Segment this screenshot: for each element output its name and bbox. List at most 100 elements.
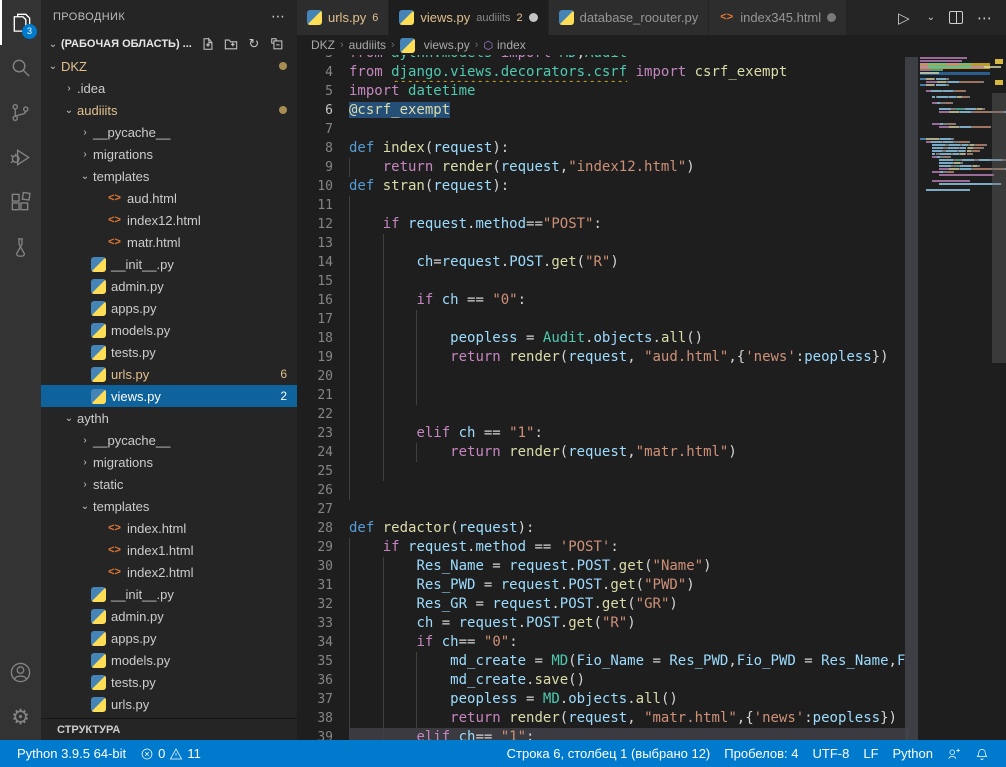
- activity-source-control-icon[interactable]: [0, 90, 41, 135]
- tree-folder-aythh[interactable]: ⌄aythh: [41, 407, 297, 429]
- tree-file-index2html[interactable]: <>index2.html: [41, 561, 297, 583]
- tab-index345html[interactable]: <>index345.html: [709, 0, 847, 35]
- collapse-all-icon[interactable]: [269, 36, 285, 52]
- code-line-36[interactable]: 36 md_create.save(): [297, 671, 1006, 690]
- activity-settings-icon[interactable]: ⚙: [0, 695, 41, 740]
- breadcrumb-item-audiiits[interactable]: audiiits: [349, 38, 386, 52]
- more-actions-icon[interactable]: ⋯: [977, 9, 992, 27]
- tree-file-urlspy[interactable]: urls.py6: [41, 363, 297, 385]
- notifications-status[interactable]: [968, 747, 996, 761]
- tree-folder-static[interactable]: ›static: [41, 473, 297, 495]
- tree-folder-dkz[interactable]: ⌄DKZ: [41, 55, 297, 77]
- tree-folder-audiiits[interactable]: ⌄audiiits: [41, 99, 297, 121]
- tree-file-indexhtml[interactable]: <>index.html: [41, 517, 297, 539]
- cursor-position-status[interactable]: Строка 6, столбец 1 (выбрано 12): [500, 746, 718, 761]
- more-actions-icon[interactable]: ⋯: [271, 8, 285, 25]
- unsaved-dot-icon[interactable]: [827, 13, 836, 22]
- tab-urlspy[interactable]: urls.py6: [297, 0, 389, 35]
- activity-testing-icon[interactable]: [0, 225, 41, 270]
- split-editor-icon[interactable]: [949, 11, 963, 24]
- breadcrumb-item-viewspy[interactable]: views.py: [400, 38, 470, 53]
- activity-explorer-icon[interactable]: 3: [0, 0, 41, 45]
- code-line-17[interactable]: 17: [297, 310, 1006, 329]
- code-line-11[interactable]: 11: [297, 196, 1006, 215]
- code-line-9[interactable]: 9 return render(request,"index12.html"): [297, 158, 1006, 177]
- code-line-35[interactable]: 35 md_create = MD(Fio_Name = Res_PWD,Fio…: [297, 652, 1006, 671]
- code-line-6[interactable]: 6@csrf_exempt: [297, 101, 1006, 120]
- overview-scrollbar-slider[interactable]: [992, 93, 1006, 363]
- code-line-33[interactable]: 33 ch = request.POST.get("R"): [297, 614, 1006, 633]
- breadcrumb-item-dkz[interactable]: DKZ: [311, 38, 335, 52]
- tree-folder-idea[interactable]: ›.idea: [41, 77, 297, 99]
- refresh-icon[interactable]: ↻: [246, 36, 262, 52]
- code-line-23[interactable]: 23 elif ch == "1":: [297, 424, 1006, 443]
- tree-file-testspy[interactable]: tests.py: [41, 671, 297, 693]
- code-line-27[interactable]: 27: [297, 500, 1006, 519]
- tab-viewspy[interactable]: views.pyaudiiits2: [389, 0, 548, 35]
- run-dropdown-icon[interactable]: ⌄: [924, 12, 935, 23]
- tree-folder-migrations[interactable]: ›migrations: [41, 451, 297, 473]
- code-line-20[interactable]: 20: [297, 367, 1006, 386]
- code-line-38[interactable]: 38 return render(request, "matr.html",{'…: [297, 709, 1006, 728]
- tree-file-testspy[interactable]: tests.py: [41, 341, 297, 363]
- tree-file-initpy[interactable]: __init__.py: [41, 253, 297, 275]
- code-line-37[interactable]: 37 peopless = MD.objects.all(): [297, 690, 1006, 709]
- tree-folder-pycache[interactable]: ›__pycache__: [41, 121, 297, 143]
- tree-folder-migrations[interactable]: ›migrations: [41, 143, 297, 165]
- language-mode-status[interactable]: Python: [886, 746, 940, 761]
- tree-folder-templates[interactable]: ⌄templates: [41, 495, 297, 517]
- tree-file-appspy[interactable]: apps.py: [41, 297, 297, 319]
- editor-scrollbar[interactable]: [905, 57, 918, 740]
- code-line-16[interactable]: 16 if ch == "0":: [297, 291, 1006, 310]
- activity-search-icon[interactable]: [0, 45, 41, 90]
- code-line-26[interactable]: 26: [297, 481, 1006, 500]
- code-line-5[interactable]: 5import datetime: [297, 82, 1006, 101]
- tree-file-modelspy[interactable]: models.py: [41, 649, 297, 671]
- tree-folder-templates[interactable]: ⌄templates: [41, 165, 297, 187]
- code-line-24[interactable]: 24 return render(request,"matr.html"): [297, 443, 1006, 462]
- code-line-21[interactable]: 21: [297, 386, 1006, 405]
- code-line-34[interactable]: 34 if ch== "0":: [297, 633, 1006, 652]
- code-line-31[interactable]: 31 Res_PWD = request.POST.get("PWD"): [297, 576, 1006, 595]
- minimap[interactable]: [920, 55, 990, 740]
- code-line-4[interactable]: 4from django.views.decorators.csrf impor…: [297, 63, 1006, 82]
- code-line-10[interactable]: 10def stran(request):: [297, 177, 1006, 196]
- code-line-32[interactable]: 32 Res_GR = request.POST.get("GR"): [297, 595, 1006, 614]
- activity-extensions-icon[interactable]: [0, 180, 41, 225]
- breadcrumb-item-index[interactable]: ⬡index: [483, 38, 525, 52]
- workspace-section-header[interactable]: ⌄ (РАБОЧАЯ ОБЛАСТЬ) ... ↻: [41, 33, 297, 55]
- indentation-status[interactable]: Пробелов: 4: [717, 746, 805, 761]
- code-line-12[interactable]: 12 if request.method=="POST":: [297, 215, 1006, 234]
- code-line-7[interactable]: 7: [297, 120, 1006, 139]
- tree-file-appspy[interactable]: apps.py: [41, 627, 297, 649]
- code-area[interactable]: 3from aythh.models import MD,Audit4from …: [297, 55, 1006, 740]
- code-line-25[interactable]: 25: [297, 462, 1006, 481]
- tree-file-modelspy[interactable]: models.py: [41, 319, 297, 341]
- code-line-15[interactable]: 15: [297, 272, 1006, 291]
- feedback-status[interactable]: [940, 747, 968, 761]
- activity-run-debug-icon[interactable]: [0, 135, 41, 180]
- tree-file-matrhtml[interactable]: <>matr.html: [41, 231, 297, 253]
- problems-status[interactable]: 011: [133, 740, 208, 767]
- code-line-28[interactable]: 28def redactor(request):: [297, 519, 1006, 538]
- editor[interactable]: 3from aythh.models import MD,Audit4from …: [297, 55, 1006, 740]
- run-icon[interactable]: ▷: [898, 9, 910, 27]
- code-line-13[interactable]: 13: [297, 234, 1006, 253]
- unsaved-dot-icon[interactable]: [529, 13, 538, 22]
- code-line-8[interactable]: 8def index(request):: [297, 139, 1006, 158]
- tree-file-audhtml[interactable]: <>aud.html: [41, 187, 297, 209]
- tree-file-initpy[interactable]: __init__.py: [41, 583, 297, 605]
- tree-folder-pycache[interactable]: ›__pycache__: [41, 429, 297, 451]
- code-line-3[interactable]: 3from aythh.models import MD,Audit: [297, 55, 1006, 63]
- eol-status[interactable]: LF: [856, 746, 885, 761]
- outline-section-header[interactable]: СТРУКТУРА: [41, 718, 297, 740]
- tree-file-adminpy[interactable]: admin.py: [41, 605, 297, 627]
- tree-file-viewspy[interactable]: views.py2: [41, 385, 297, 407]
- new-file-icon[interactable]: [200, 36, 216, 52]
- encoding-status[interactable]: UTF-8: [806, 746, 857, 761]
- python-version-status[interactable]: Python 3.9.5 64-bit: [10, 740, 133, 767]
- code-line-14[interactable]: 14 ch=request.POST.get("R"): [297, 253, 1006, 272]
- overview-ruler[interactable]: [992, 55, 1006, 740]
- code-line-30[interactable]: 30 Res_Name = request.POST.get("Name"): [297, 557, 1006, 576]
- tree-file-adminpy[interactable]: admin.py: [41, 275, 297, 297]
